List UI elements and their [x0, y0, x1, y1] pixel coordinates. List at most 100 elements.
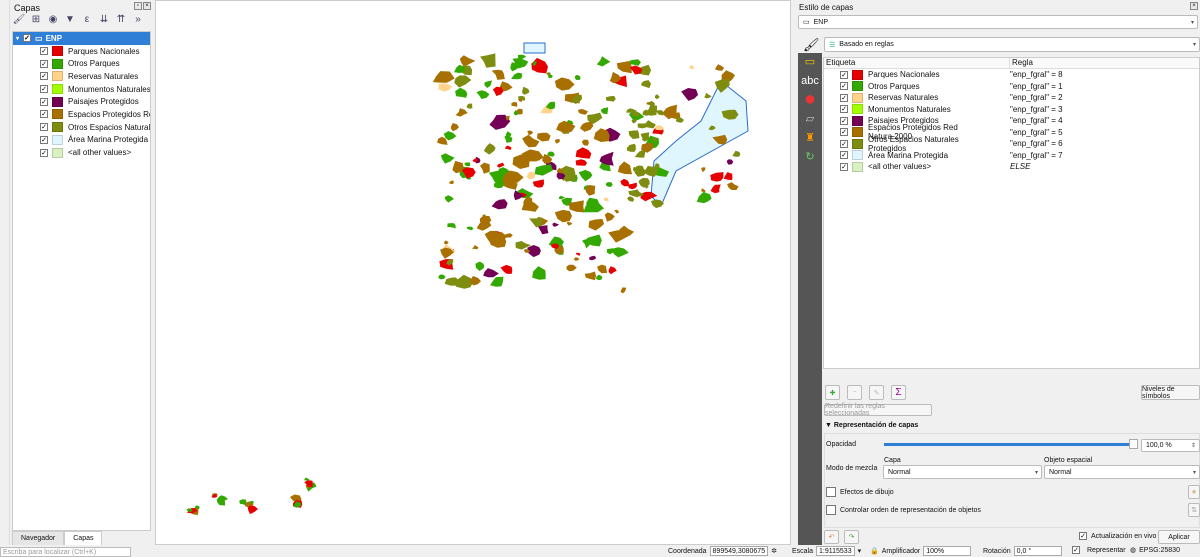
redo-button[interactable]: ↷: [844, 530, 859, 544]
mouse-icon[interactable]: ✲: [771, 547, 777, 555]
order-sort-icon[interactable]: ⇅: [1188, 503, 1200, 517]
crs-button[interactable]: EPSG:25830: [1139, 547, 1180, 554]
protected-area: [440, 153, 455, 164]
coordinate-field[interactable]: 899549,3080675: [709, 546, 769, 556]
rule-row[interactable]: ✓ Otros Espacios Naturales Protegidos "enp…: [824, 135, 1199, 153]
fields-icon[interactable]: ♜: [798, 129, 822, 148]
protected-area: [628, 182, 637, 190]
legend-checkbox[interactable]: ✓: [40, 85, 48, 94]
rule-row[interactable]: ✓ Monumentos Naturales "enp_fgral" = 3: [824, 104, 1199, 116]
collapse-icon[interactable]: ⇈: [114, 13, 128, 27]
history-icon[interactable]: ↻: [798, 148, 822, 167]
rule-checkbox[interactable]: ✓: [840, 70, 848, 79]
legend-checkbox[interactable]: ✓: [40, 135, 48, 144]
layers-panel: Capas ▫ × 🖌 ⊞ ◉ ▼ ε ⇊ ⇈» ▾ ✓ ▭ ENP ✓ Parques Nacion…: [10, 0, 153, 546]
protected-area: [554, 77, 575, 91]
lock-icon[interactable]: 🔒: [870, 547, 879, 555]
canary-protected-area: [304, 480, 313, 488]
legend-item[interactable]: ✓ Otros Espacios Naturales Protegidos: [13, 121, 150, 134]
legend-item[interactable]: ✓ Parques Nacionales: [13, 45, 150, 58]
locator-search-input[interactable]: Escriba para localizar (Ctrl+K): [0, 547, 131, 557]
layer-enp[interactable]: ▾ ✓ ▭ ENP: [13, 32, 150, 45]
close-icon[interactable]: ×: [143, 2, 151, 10]
legend-item[interactable]: ✓ Reservas Naturales: [13, 70, 150, 83]
rendering-section-toggle[interactable]: ▼ Representación de capas: [825, 422, 918, 429]
renderer-select[interactable]: ☰ Basado en reglas ▾: [824, 37, 1200, 52]
rule-expression: "enp_fgral" = 4: [1010, 116, 1063, 126]
labels-icon[interactable]: ▭: [798, 53, 822, 72]
more-icon[interactable]: »: [131, 13, 145, 27]
refine-rules-button[interactable]: Redefinir las reglas seleccionadas: [824, 403, 932, 417]
legend-checkbox[interactable]: ✓: [40, 148, 48, 157]
legend-item[interactable]: ✓ Paisajes Protegidos: [13, 95, 150, 108]
expression-filter-icon[interactable]: ε: [80, 13, 94, 27]
scale-dropdown-icon[interactable]: ▾: [858, 547, 862, 555]
rule-checkbox[interactable]: ✓: [840, 82, 848, 91]
protected-area: [470, 276, 481, 286]
protected-area: [483, 268, 499, 278]
legend-item[interactable]: ✓ Área Marina Protegida: [13, 134, 150, 147]
rule-row[interactable]: ✓ Otros Parques "enp_fgral" = 1: [824, 81, 1199, 93]
rule-row[interactable]: ✓ Área Marina Protegida "enp_fgral" = 7: [824, 150, 1199, 162]
legend-checkbox[interactable]: ✓: [40, 47, 48, 56]
live-update-checkbox[interactable]: ✓ Actualización en vivo: [1079, 532, 1156, 540]
undo-button[interactable]: ↶: [824, 530, 839, 544]
visibility-icon[interactable]: ◉: [46, 13, 60, 27]
rule-row[interactable]: ✓ Parques Nacionales "enp_fgral" = 8: [824, 69, 1199, 81]
rule-checkbox[interactable]: ✓: [840, 105, 848, 114]
diagram-icon[interactable]: ▱: [798, 110, 822, 129]
protected-area: [522, 134, 540, 148]
protected-area: [627, 196, 635, 202]
legend-item[interactable]: ✓ Otros Parques: [13, 57, 150, 70]
legend-checkbox[interactable]: ✓: [40, 110, 48, 119]
protected-area: [552, 222, 560, 227]
float-icon[interactable]: ▫: [134, 2, 142, 10]
apply-button[interactable]: Aplicar: [1158, 530, 1200, 544]
map-canvas[interactable]: [155, 0, 791, 545]
rule-checkbox[interactable]: ✓: [840, 151, 848, 160]
legend-checkbox[interactable]: ✓: [40, 97, 48, 106]
legend-checkbox[interactable]: ✓: [40, 123, 48, 132]
opacity-slider[interactable]: [884, 443, 1134, 446]
tab-navegador[interactable]: Navegador: [12, 531, 65, 546]
rule-checkbox[interactable]: ✓: [840, 93, 848, 102]
render-checkbox[interactable]: Representar: [1087, 547, 1126, 554]
blend-layer-select[interactable]: Normal ▾: [883, 465, 1042, 479]
3d-icon[interactable]: ⬢: [798, 91, 822, 110]
layer-select[interactable]: ▭ ENP ▾: [798, 15, 1198, 29]
remove-rule-button[interactable]: −: [847, 385, 862, 400]
edit-rule-button[interactable]: ✎: [869, 385, 884, 400]
rule-row[interactable]: ✓ Reservas Naturales "enp_fgral" = 2: [824, 92, 1199, 104]
opacity-input[interactable]: 100,0 % ⇕: [1141, 439, 1200, 452]
symbol-levels-button[interactable]: Niveles de símbolos: [1141, 385, 1200, 400]
rule-row[interactable]: ✓ <all other values> ELSE: [824, 161, 1199, 173]
legend-checkbox[interactable]: ✓: [40, 72, 48, 81]
rule-checkbox[interactable]: ✓: [840, 139, 848, 148]
legend-label: Otros Espacios Naturales Protegidos: [68, 122, 150, 132]
add-group-icon[interactable]: ⊞: [29, 13, 43, 27]
blend-feature-select[interactable]: Normal ▾: [1044, 465, 1200, 479]
style-icon[interactable]: 🖌: [12, 13, 26, 27]
sum-icon[interactable]: Σ: [891, 385, 906, 400]
effects-star-icon[interactable]: ★: [1188, 485, 1200, 499]
symbology-icon[interactable]: 🖌: [803, 37, 820, 53]
order-checkbox[interactable]: Controlar orden de representación de obj…: [826, 505, 981, 515]
rule-checkbox[interactable]: ✓: [840, 162, 848, 171]
tab-capas[interactable]: Capas: [64, 531, 103, 546]
close-icon[interactable]: ×: [1190, 2, 1198, 10]
legend-item[interactable]: ✓ Espacios Protegidos Red Natura 2000: [13, 108, 150, 121]
effects-checkbox[interactable]: Efectos de dibujo: [826, 487, 894, 497]
legend-item[interactable]: ✓ <all other values>: [13, 146, 150, 159]
globe-icon[interactable]: ◍: [1130, 546, 1136, 554]
magnifier-field[interactable]: 100%: [923, 546, 972, 556]
filter-icon[interactable]: ▼: [63, 13, 77, 27]
legend-item[interactable]: ✓ Monumentos Naturales: [13, 83, 150, 96]
scale-field[interactable]: 1:9115533: [816, 546, 855, 556]
masks-icon[interactable]: abc: [798, 72, 822, 91]
rotation-field[interactable]: 0,0 °: [1013, 546, 1062, 556]
protected-area: [614, 209, 619, 214]
opacity-slider-handle[interactable]: [1129, 439, 1138, 449]
legend-checkbox[interactable]: ✓: [40, 59, 48, 68]
expand-icon[interactable]: ⇊: [97, 13, 111, 27]
add-rule-button[interactable]: ✚: [825, 385, 840, 400]
